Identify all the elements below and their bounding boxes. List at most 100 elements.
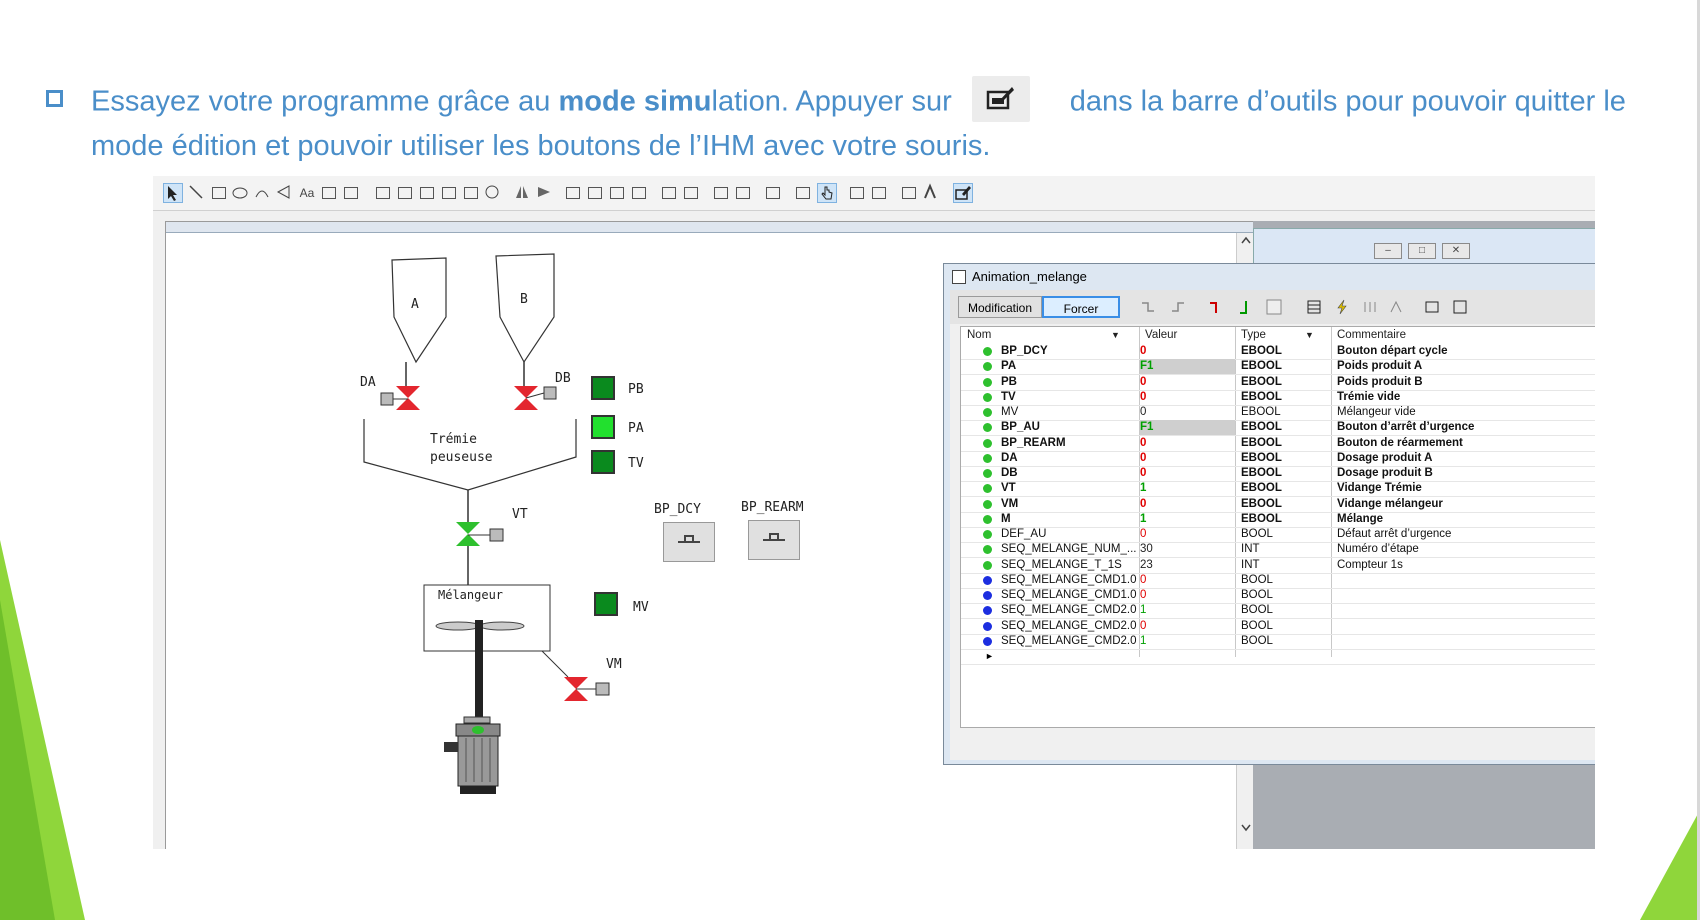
cell-type: BOOL: [1241, 604, 1273, 617]
line-tool-icon[interactable]: [187, 183, 207, 203]
cell-valeur: 0: [1140, 436, 1147, 449]
table-row[interactable]: SEQ_MELANGE_CMD2.02 1 BOOL: [961, 634, 1595, 650]
gauge-object-icon[interactable]: [483, 183, 503, 203]
polygon-tool-icon[interactable]: [275, 183, 295, 203]
lightning-icon[interactable]: [1334, 299, 1350, 315]
cell-nom: SEQ_MELANGE_T_1S: [1001, 558, 1122, 571]
bp-dcy-button[interactable]: [663, 522, 715, 562]
force-0-icon[interactable]: [1140, 299, 1156, 315]
cell-type: EBOOL: [1241, 497, 1282, 510]
arc-tool-icon[interactable]: [253, 183, 273, 203]
col-type[interactable]: Type: [1241, 327, 1266, 344]
modification-button[interactable]: Modification: [958, 296, 1042, 318]
cell-commentaire: Trémie vide: [1337, 390, 1401, 403]
ungroup-icon[interactable]: [681, 183, 701, 203]
table-row[interactable]: TV 0 EBOOL Trémie vide: [961, 390, 1595, 406]
cell-nom: DEF_AU: [1001, 528, 1047, 540]
table-row[interactable]: SEQ_MELANGE_CMD2.00 1 BOOL: [961, 603, 1595, 620]
table-row[interactable]: SEQ_MELANGE_CMD2.01 0 BOOL: [961, 619, 1595, 635]
unforce-icon[interactable]: [1266, 299, 1282, 315]
rt-icon[interactable]: [1452, 299, 1468, 315]
multi-force-icon[interactable]: [1362, 299, 1378, 315]
ellipse-tool-icon[interactable]: [231, 183, 251, 203]
green-dot-icon: [983, 560, 992, 570]
table-row[interactable]: PB 0 EBOOL Poids produit B: [961, 375, 1595, 391]
cell-nom: SEQ_MELANGE_NUM_...: [1001, 543, 1137, 556]
col-nom[interactable]: Nom: [967, 327, 991, 344]
mirror-icon[interactable]: [513, 183, 533, 203]
bp-rearm-button[interactable]: [748, 520, 800, 560]
close-icon[interactable]: ✕: [1442, 243, 1470, 259]
col-type-sort-icon[interactable]: ▼: [1305, 327, 1314, 344]
table-row[interactable]: VM 0 EBOOL Vidange mélangeur: [961, 497, 1595, 513]
col-valeur[interactable]: Valeur: [1145, 327, 1177, 344]
cell-valeur: 23: [1140, 558, 1153, 571]
minimize-icon[interactable]: –: [1374, 243, 1402, 259]
table-row[interactable]: M 1 EBOOL Mélange: [961, 512, 1595, 528]
align-bottom-icon[interactable]: [629, 183, 649, 203]
cell-nom: DB: [1001, 467, 1018, 479]
table-row[interactable]: BP_AU F1 EBOOL Bouton d’arrêt d’urgence: [961, 420, 1595, 437]
table-row[interactable]: SEQ_MELANGE_CMD1.01 0 BOOL: [961, 588, 1595, 605]
set-0-icon[interactable]: [1208, 299, 1224, 315]
table-row[interactable]: BP_DCY 0 EBOOL Bouton départ cycle: [961, 344, 1595, 361]
bring-front-icon[interactable]: [711, 183, 731, 203]
entry-object-icon[interactable]: [461, 183, 481, 203]
edit-mode-toggle-icon[interactable]: [953, 183, 973, 203]
weigher-label-2: peuseuse: [430, 450, 493, 465]
animation-table-window: Animation_melange Modification Forcer No…: [943, 263, 1595, 765]
tree-icon[interactable]: [847, 183, 867, 203]
button-object-icon[interactable]: [395, 183, 415, 203]
align-center-icon[interactable]: [585, 183, 605, 203]
grid-icon[interactable]: [793, 183, 813, 203]
image-tool-icon[interactable]: [319, 183, 339, 203]
multi-unforce-icon[interactable]: [1388, 299, 1404, 315]
screen-list-icon[interactable]: [899, 183, 919, 203]
table-row[interactable]: SEQ_MELANGE_CMD1.00 0 BOOL: [961, 573, 1595, 589]
rectangle-tool-icon[interactable]: [209, 183, 229, 203]
table-row[interactable]: PA F1 EBOOL Poids produit A: [961, 359, 1595, 376]
force-1-icon[interactable]: [1170, 299, 1186, 315]
flip-icon[interactable]: [535, 183, 555, 203]
table-row[interactable]: MV 0 EBOOL Mélangeur vide: [961, 405, 1595, 422]
display-object-icon[interactable]: [373, 183, 393, 203]
table-row[interactable]: BP_REARM 0 EBOOL Bouton de réarmement: [961, 436, 1595, 452]
new-row[interactable]: ►: [961, 649, 1595, 666]
spin-object-icon[interactable]: [439, 183, 459, 203]
cell-nom: DA: [1001, 451, 1018, 464]
cell-type: EBOOL: [1241, 482, 1282, 495]
set-1-icon[interactable]: [1238, 299, 1254, 315]
table-row[interactable]: VT 1 EBOOL Vidange Trémie: [961, 481, 1595, 498]
table-row[interactable]: DEF_AU 0 BOOL Défaut arrêt d’urgence: [961, 527, 1595, 544]
align-top-icon[interactable]: [607, 183, 627, 203]
table-row[interactable]: DB 0 EBOOL Dosage produit B: [961, 466, 1595, 483]
cell-commentaire: Poids produit A: [1337, 360, 1423, 373]
group-icon[interactable]: [659, 183, 679, 203]
weigher-label-1: Trémie: [430, 432, 477, 447]
maximize-icon[interactable]: □: [1408, 243, 1436, 259]
variable-grid[interactable]: Nom ▼ Valeur Type ▼ Commentaire BP_DCY 0 E…: [960, 326, 1595, 728]
table-row[interactable]: SEQ_MELANGE_NUM_... 30 INT Numéro d’étape: [961, 542, 1595, 559]
table-row[interactable]: SEQ_MELANGE_T_1S 23 INT Compteur 1s: [961, 558, 1595, 574]
cell-valeur: 0: [1140, 528, 1147, 540]
properties-icon[interactable]: [1424, 299, 1440, 315]
col-commentaire[interactable]: Commentaire: [1337, 327, 1406, 344]
align-left-icon[interactable]: [563, 183, 583, 203]
table-view-icon[interactable]: [1306, 299, 1322, 315]
col-nom-sort-icon[interactable]: ▼: [1111, 327, 1120, 344]
text-tool-icon[interactable]: Aa: [297, 183, 317, 203]
select-arrow-icon[interactable]: [163, 183, 183, 203]
hand-cursor-icon[interactable]: [817, 183, 837, 203]
table-row[interactable]: DA 0 EBOOL Dosage produit A: [961, 451, 1595, 467]
cell-nom: BP_DCY: [1001, 345, 1048, 357]
find-icon[interactable]: [921, 183, 941, 203]
cell-nom: SEQ_MELANGE_CMD2.02: [1001, 634, 1137, 647]
hierarchy-icon[interactable]: [869, 183, 889, 203]
paste-icon[interactable]: [763, 183, 783, 203]
text-format-icon[interactable]: [341, 183, 361, 203]
checkbox-object-icon[interactable]: [417, 183, 437, 203]
cell-valeur: 0: [1140, 467, 1147, 479]
indicator-pb-label: PB: [628, 382, 644, 397]
send-back-icon[interactable]: [733, 183, 753, 203]
forcer-button[interactable]: Forcer: [1042, 296, 1120, 318]
